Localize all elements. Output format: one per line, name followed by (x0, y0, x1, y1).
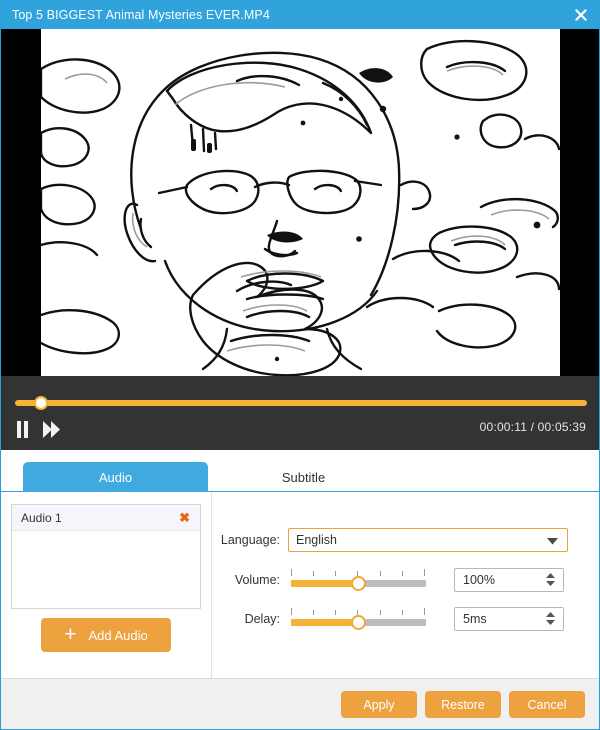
delay-value: 5ms (463, 612, 487, 626)
window-title: Top 5 BIGGEST Animal Mysteries EVER.MP4 (12, 8, 270, 22)
delay-fill (291, 619, 359, 626)
add-audio-label: Add Audio (88, 627, 148, 643)
delay-spinner[interactable]: 5ms (454, 607, 564, 631)
volume-label: Volume: (234, 573, 280, 587)
delay-label: Delay: (244, 612, 280, 626)
volume-stepper-arrows[interactable] (546, 573, 555, 586)
transport-controls (16, 421, 61, 438)
language-row: Language: English (212, 528, 599, 552)
video-audio-settings-dialog: Top 5 BIGGEST Animal Mysteries EVER.MP4 (0, 0, 600, 730)
player-control-bar: 00:00:11 / 00:05:39 (1, 376, 599, 450)
tab-audio[interactable]: Audio (23, 462, 208, 492)
progress-track (15, 400, 587, 406)
video-frame (41, 29, 560, 376)
delay-knob[interactable] (351, 615, 366, 630)
volume-value: 100% (463, 573, 495, 587)
audio-track-name: Audio 1 (21, 510, 62, 525)
volume-slider[interactable] (291, 568, 426, 592)
video-preview-stage[interactable] (1, 29, 599, 376)
cancel-button[interactable]: Cancel (509, 691, 585, 718)
tab-subtitle-label: Subtitle (281, 469, 326, 485)
fast-forward-icon[interactable] (43, 421, 61, 438)
playback-progress-slider[interactable] (15, 395, 587, 411)
video-frame-lineart (41, 29, 560, 376)
progress-knob[interactable] (34, 396, 48, 410)
stepper-down-icon[interactable] (546, 581, 555, 586)
settings-content: Audio 1 ✖ + Add Audio Language: English (1, 492, 599, 678)
volume-spinner[interactable]: 100% (454, 568, 564, 592)
plus-icon: + (64, 622, 77, 646)
timecode-display: 00:00:11 / 00:05:39 (479, 420, 586, 434)
add-audio-button[interactable]: + Add Audio (41, 618, 171, 652)
apply-button[interactable]: Apply (341, 691, 417, 718)
chevron-down-icon (547, 538, 558, 545)
stepper-up-icon[interactable] (546, 573, 555, 578)
audio-track-list[interactable]: Audio 1 ✖ (11, 504, 201, 609)
delay-row: Delay: 5ms (212, 607, 599, 631)
delay-stepper-arrows[interactable] (546, 612, 555, 625)
pause-icon[interactable] (16, 421, 29, 438)
language-label: Language: (220, 533, 280, 547)
volume-fill (291, 580, 359, 587)
tab-subtitle[interactable]: Subtitle (221, 462, 386, 492)
tab-audio-label: Audio (98, 469, 133, 485)
restore-button[interactable]: Restore (425, 691, 501, 718)
volume-knob[interactable] (351, 576, 366, 591)
list-item[interactable]: Audio 1 ✖ (12, 505, 200, 531)
volume-row: Volume: 100% (212, 568, 599, 592)
language-value: English (296, 533, 337, 547)
stepper-down-icon[interactable] (546, 620, 555, 625)
dialog-footer: Apply Restore Cancel (1, 678, 599, 729)
settings-tab-bar: Audio Subtitle (1, 459, 599, 492)
language-select[interactable]: English (288, 528, 568, 552)
close-icon (575, 9, 587, 21)
delete-track-icon[interactable]: ✖ (179, 511, 190, 524)
audio-settings-form: Language: English Volume: 100% Delay: 5m… (212, 492, 599, 678)
delay-slider[interactable] (291, 607, 426, 631)
stepper-up-icon[interactable] (546, 612, 555, 617)
close-button[interactable] (561, 1, 599, 29)
title-bar: Top 5 BIGGEST Animal Mysteries EVER.MP4 (1, 1, 599, 29)
